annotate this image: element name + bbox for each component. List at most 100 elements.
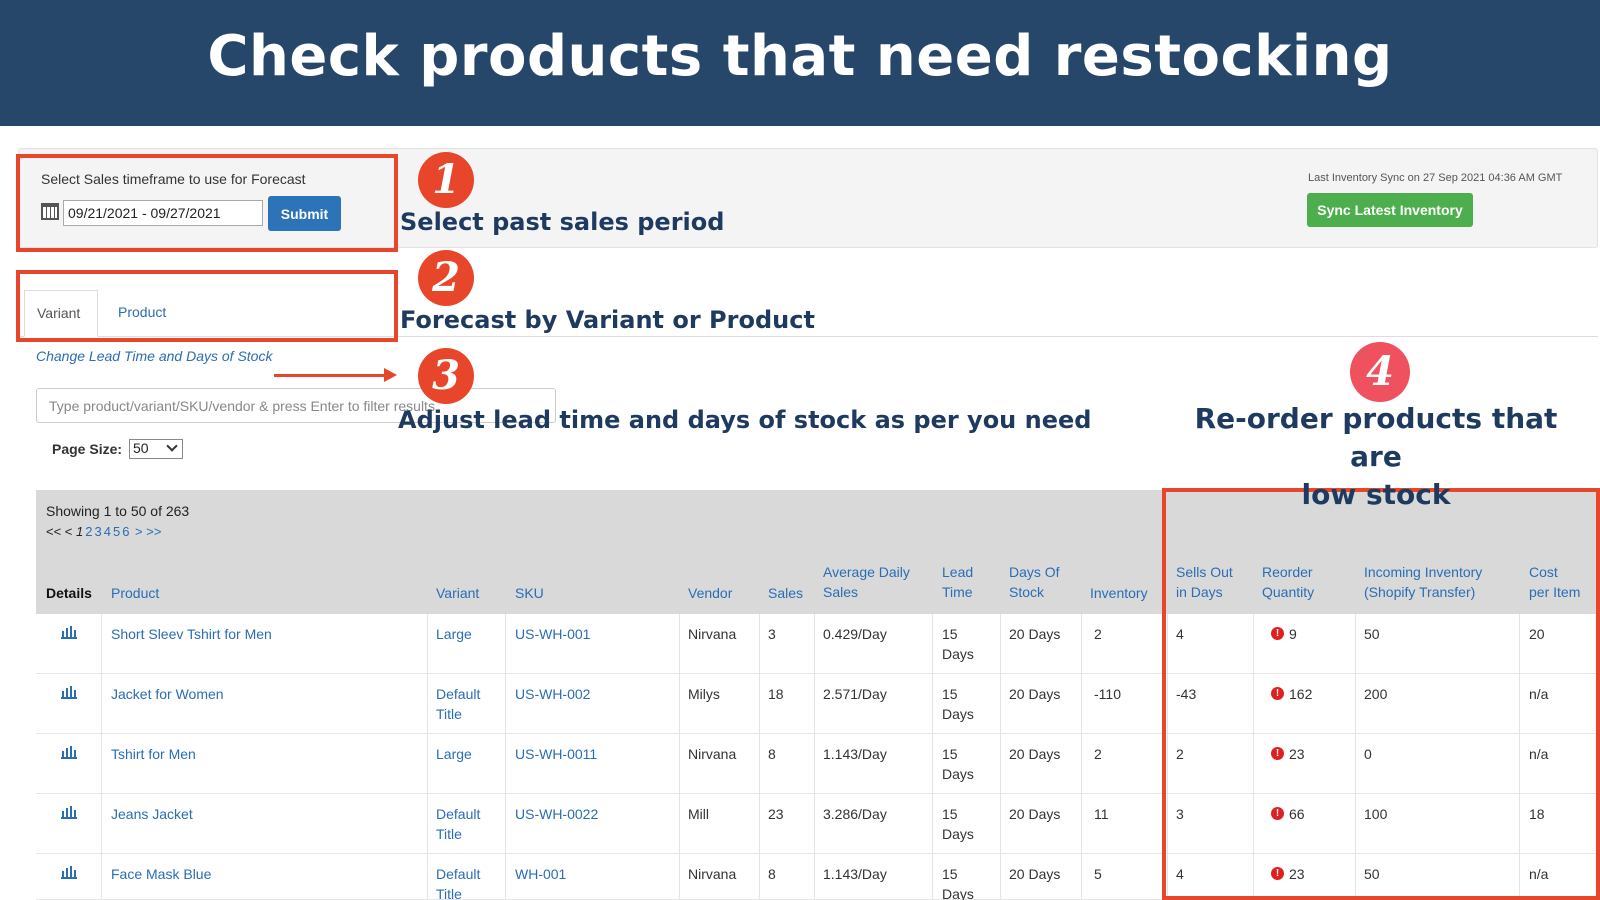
showing-count: Showing 1 to 50 of 263 bbox=[46, 503, 190, 519]
step-1-text: Select past sales period bbox=[400, 208, 725, 236]
cell-vendor-text: Nirvana bbox=[688, 626, 737, 642]
sync-latest-inventory-button[interactable]: Sync Latest Inventory bbox=[1307, 193, 1473, 227]
header-inventory[interactable]: Inventory bbox=[1090, 583, 1148, 603]
cell-lead-time: 15 Days bbox=[942, 624, 974, 664]
bar-chart-icon[interactable] bbox=[61, 746, 77, 759]
header-details: Details bbox=[46, 585, 92, 601]
step-4-text-line1: Re-order products that are bbox=[1194, 402, 1558, 473]
cell-product[interactable]: Face Mask Blue bbox=[111, 864, 211, 884]
cell-product[interactable]: Jeans Jacket bbox=[111, 804, 193, 824]
header-variant[interactable]: Variant bbox=[436, 583, 479, 603]
cell-vendor: Nirvana bbox=[688, 744, 736, 764]
step-4-text-line2: low stock bbox=[1301, 478, 1451, 511]
cell-product[interactable]: Jacket for Women bbox=[111, 684, 224, 704]
cell-inventory: 2 bbox=[1094, 744, 1102, 764]
header-lead-time[interactable]: Lead Time bbox=[942, 562, 973, 602]
cell-inventory-text: 5 bbox=[1094, 866, 1102, 882]
column-divider bbox=[505, 614, 506, 900]
header-product[interactable]: Product bbox=[111, 583, 159, 603]
cell-lead-time-text-line2: Days bbox=[942, 706, 974, 722]
header-days-of-stock[interactable]: Days Of Stock bbox=[1009, 562, 1060, 602]
cell-sales-text: 8 bbox=[768, 866, 776, 882]
pager-page-3[interactable]: 3 bbox=[94, 524, 101, 539]
pagination: << < 123456 > >> bbox=[46, 524, 161, 539]
header-days-line2: Stock bbox=[1009, 584, 1045, 600]
cell-sku[interactable]: US-WH-0011 bbox=[515, 744, 597, 764]
cell-vendor: Nirvana bbox=[688, 624, 736, 644]
cell-lead-time-text-line2: Days bbox=[942, 826, 974, 842]
cell-product[interactable]: Short Sleev Tshirt for Men bbox=[111, 624, 272, 644]
cell-variant[interactable]: Large bbox=[436, 624, 472, 644]
cell-sku[interactable]: WH-001 bbox=[515, 864, 566, 884]
cell-variant[interactable]: Large bbox=[436, 744, 472, 764]
cell-avg-daily-sales: 1.143/Day bbox=[823, 744, 887, 764]
cell-variant-text-line2: Title bbox=[436, 826, 462, 842]
cell-sales: 18 bbox=[768, 684, 784, 704]
cell-lead-time: 15 Days bbox=[942, 684, 974, 724]
pager-page-6[interactable]: 6 bbox=[122, 524, 129, 539]
change-lead-time-link[interactable]: Change Lead Time and Days of Stock bbox=[36, 348, 272, 364]
pager-prev[interactable]: << < bbox=[46, 524, 72, 539]
cell-variant[interactable]: Default Title bbox=[436, 684, 480, 724]
cell-lead-time-text-line2: Days bbox=[942, 886, 974, 900]
pager-next[interactable]: > >> bbox=[135, 524, 161, 539]
cell-variant[interactable]: Default Title bbox=[436, 864, 480, 900]
cell-days-of-stock: 20 Days bbox=[1009, 684, 1060, 704]
cell-avg-daily-sales-text: 0.429/Day bbox=[823, 626, 887, 642]
bar-chart-icon[interactable] bbox=[61, 626, 77, 639]
chevron-down-icon bbox=[166, 440, 178, 452]
pager-page-2[interactable]: 2 bbox=[85, 524, 92, 539]
cell-avg-daily-sales-text: 1.143/Day bbox=[823, 866, 887, 882]
cell-sales: 23 bbox=[768, 804, 784, 824]
cell-vendor: Milys bbox=[688, 684, 720, 704]
header-lead-line2: Time bbox=[942, 584, 973, 600]
cell-vendor-text: Mill bbox=[688, 806, 709, 822]
cell-variant[interactable]: Default Title bbox=[436, 804, 480, 844]
pager-page-4[interactable]: 4 bbox=[104, 524, 111, 539]
header-sku[interactable]: SKU bbox=[515, 583, 544, 603]
cell-inventory-text: 2 bbox=[1094, 746, 1102, 762]
cell-sales-text: 18 bbox=[768, 686, 784, 702]
header-vendor[interactable]: Vendor bbox=[688, 583, 732, 603]
cell-inventory: 11 bbox=[1094, 804, 1109, 824]
cell-variant-text: Default bbox=[436, 686, 481, 702]
cell-sku[interactable]: US-WH-0022 bbox=[515, 804, 598, 824]
last-sync-text: Last Inventory Sync on 27 Sep 2021 04:36… bbox=[1308, 172, 1563, 184]
cell-inventory: -110 bbox=[1094, 684, 1121, 704]
bar-chart-icon[interactable] bbox=[61, 866, 77, 879]
pager-current: 1 bbox=[76, 524, 84, 539]
pager-page-5[interactable]: 5 bbox=[113, 524, 120, 539]
cell-lead-time-text: 15 bbox=[942, 626, 958, 642]
header-lead-line1: Lead bbox=[942, 564, 974, 580]
arrow-head-icon bbox=[384, 368, 397, 382]
cell-avg-daily-sales: 2.571/Day bbox=[823, 684, 887, 704]
cell-lead-time: 15 Days bbox=[942, 804, 974, 844]
column-divider bbox=[1000, 614, 1001, 900]
cell-avg-daily-sales: 0.429/Day bbox=[823, 624, 887, 644]
cell-days-of-stock: 20 Days bbox=[1009, 624, 1060, 644]
page-size-label: Page Size: bbox=[52, 441, 123, 457]
cell-variant-text-line2: Title bbox=[436, 886, 462, 900]
cell-avg-daily-sales: 1.143/Day bbox=[823, 864, 887, 884]
cell-lead-time-text: 15 bbox=[942, 866, 958, 882]
step-2-text: Forecast by Variant or Product bbox=[400, 306, 815, 334]
cell-inventory-text: 11 bbox=[1094, 806, 1109, 822]
cell-product-text: Short Sleev Tshirt for Men bbox=[111, 626, 272, 642]
cell-sku[interactable]: US-WH-002 bbox=[515, 684, 590, 704]
cell-variant-text-line2: Title bbox=[436, 706, 462, 722]
step-3-badge: 3 bbox=[418, 348, 474, 404]
cell-sku[interactable]: US-WH-001 bbox=[515, 624, 590, 644]
step-3-text: Adjust lead time and days of stock as pe… bbox=[398, 406, 1092, 434]
cell-lead-time-text-line2: Days bbox=[942, 766, 974, 782]
cell-avg-daily-sales-text: 2.571/Day bbox=[823, 686, 887, 702]
header-avg-daily-sales[interactable]: Average Daily Sales bbox=[823, 562, 910, 602]
cell-vendor: Mill bbox=[688, 804, 709, 824]
page-size-select[interactable]: 50 bbox=[129, 439, 183, 459]
cell-sales: 3 bbox=[768, 624, 776, 644]
cell-product[interactable]: Tshirt for Men bbox=[111, 744, 196, 764]
bar-chart-icon[interactable] bbox=[61, 806, 77, 819]
header-sales[interactable]: Sales bbox=[768, 583, 803, 603]
cell-sales-text: 23 bbox=[768, 806, 784, 822]
column-divider bbox=[814, 614, 815, 900]
bar-chart-icon[interactable] bbox=[61, 686, 77, 699]
